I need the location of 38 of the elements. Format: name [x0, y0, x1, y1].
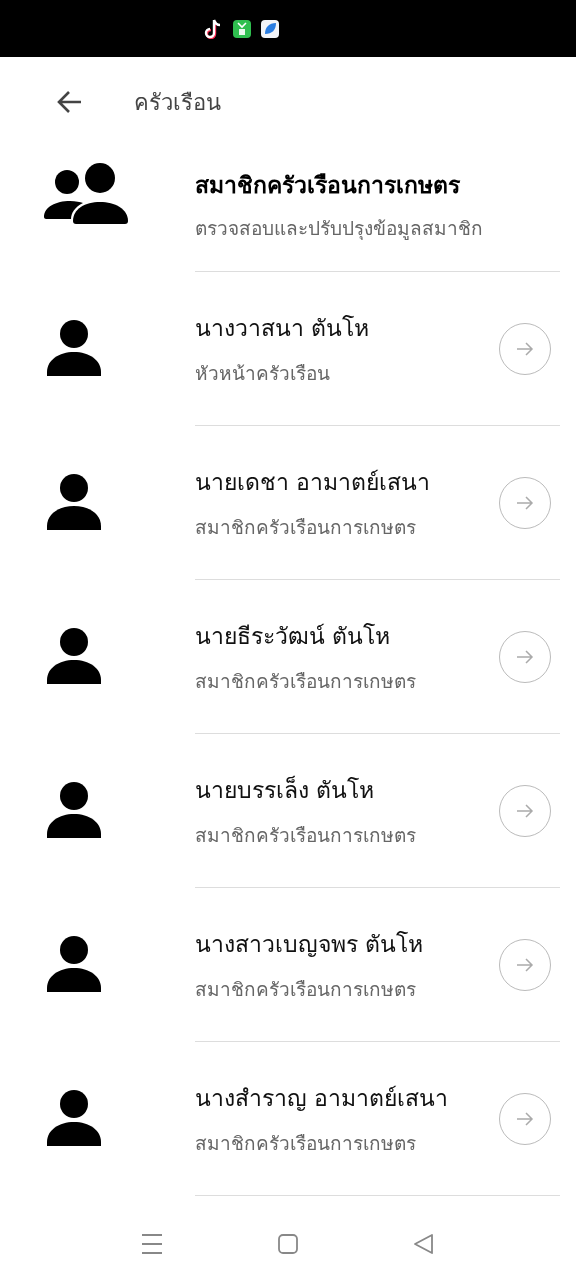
- arrow-right-icon: [516, 495, 534, 510]
- open-button[interactable]: [499, 322, 551, 375]
- member-name: นายเดชา อามาตย์เสนา: [195, 467, 431, 497]
- person-icon: [47, 936, 101, 992]
- shopping-bag-icon: [232, 18, 252, 39]
- member-role: สมาชิกครัวเรือนการเกษตร: [195, 1130, 417, 1156]
- person-icon: [47, 628, 101, 684]
- person-icon: [47, 1090, 101, 1146]
- arrow-right-icon: [516, 957, 534, 972]
- member-role: หัวหน้าครัวเรือน: [195, 360, 331, 386]
- open-button[interactable]: [499, 1092, 551, 1145]
- arrow-right-icon: [516, 1111, 534, 1126]
- app-icon: [260, 18, 280, 39]
- open-button[interactable]: [499, 938, 551, 991]
- member-name: นายธีระวัฒน์ ตันโห: [195, 621, 392, 651]
- member-role: สมาชิกครัวเรือนการเกษตร: [195, 976, 417, 1002]
- people-icon: [44, 163, 130, 225]
- section-title: สมาชิกครัวเรือนการเกษตร: [195, 171, 461, 200]
- person-icon: [47, 320, 101, 376]
- section-subtitle: ตรวจสอบและปรับปรุงข้อมูลสมาชิก: [195, 216, 483, 242]
- menu-button[interactable]: [140, 1232, 164, 1256]
- open-button[interactable]: [499, 630, 551, 683]
- arrow-right-icon: [516, 341, 534, 356]
- arrow-right-icon: [516, 649, 534, 664]
- member-role: สมาชิกครัวเรือนการเกษตร: [195, 668, 416, 694]
- person-icon: [47, 782, 101, 838]
- open-button[interactable]: [499, 476, 551, 529]
- arrow-right-icon: [516, 803, 534, 818]
- member-name: นายบรรเล็ง ตันโห: [195, 774, 376, 805]
- member-name: นางสาวเบญจพร ตันโห: [195, 929, 424, 959]
- member-role: สมาชิกครัวเรือนการเกษตร: [195, 514, 417, 540]
- member-role: สมาชิกครัวเรือนการเกษตร: [195, 822, 416, 848]
- home-button[interactable]: [276, 1232, 300, 1256]
- page-title: ครัวเรือน: [134, 88, 221, 117]
- person-icon: [47, 474, 101, 530]
- open-button[interactable]: [499, 784, 551, 837]
- member-name: นางวาสนา ตันโห: [195, 313, 370, 343]
- member-name: นางสำราญ อามาตย์เสนา: [195, 1083, 449, 1113]
